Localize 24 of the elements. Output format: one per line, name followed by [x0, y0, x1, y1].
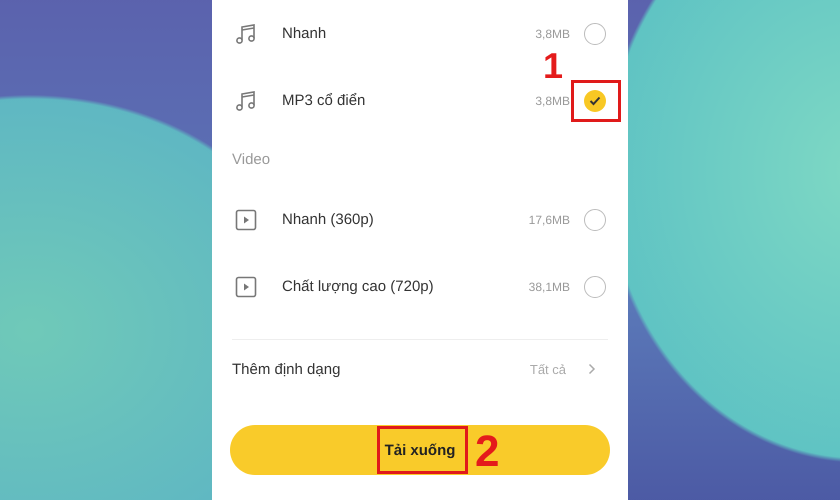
format-label: MP3 cổ điển [282, 92, 366, 109]
file-size: 17,6MB [528, 212, 570, 226]
format-label: Chất lượng cao (720p) [282, 278, 435, 295]
play-icon [235, 208, 257, 230]
check-icon [589, 96, 601, 106]
file-size: 38,1MB [528, 280, 570, 294]
music-note-icon [235, 22, 257, 44]
music-note-icon [235, 90, 257, 112]
highlight-frame [571, 80, 621, 122]
more-formats-label[interactable]: Thêm định dạng [232, 360, 530, 378]
step-number: 1 [543, 48, 564, 84]
file-size: 3,8MB [535, 94, 570, 108]
radio-button[interactable] [584, 208, 606, 230]
step-number: 2 [475, 430, 500, 474]
file-size: 3,8MB [535, 26, 570, 40]
radio-button[interactable] [584, 22, 606, 44]
section-header: Video [232, 150, 272, 170]
play-icon [235, 276, 257, 298]
radio-button[interactable] [584, 276, 606, 298]
format-label: Nhanh (360p) [282, 211, 375, 228]
radio-button[interactable] [584, 90, 606, 112]
chevron-right-icon [588, 363, 596, 375]
format-label: Nhanh [282, 25, 328, 42]
more-formats-value: Tất cả [530, 362, 566, 376]
